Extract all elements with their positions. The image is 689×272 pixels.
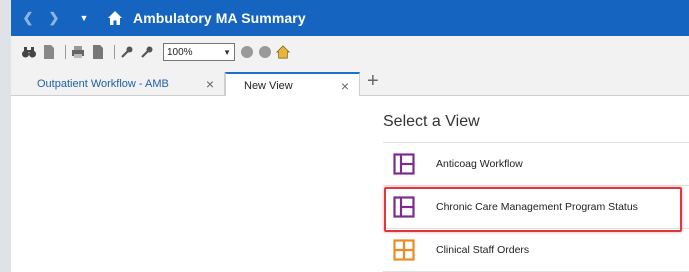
view-item-chronic-care-management[interactable]: Chronic Care Management Program Status	[383, 186, 689, 229]
home-icon[interactable]	[107, 10, 123, 26]
application-window: ❮ ❯ ▼ Ambulatory MA Summary 100% ▼ Outpa…	[11, 0, 689, 272]
print-icon[interactable]	[70, 44, 86, 60]
view-item-label: Chronic Care Management Program Status	[436, 201, 638, 213]
wrench-icon[interactable]	[119, 44, 135, 60]
forward-arrow-icon[interactable]: ❯	[45, 9, 63, 27]
close-icon[interactable]: ×	[206, 76, 214, 92]
tab-new-view[interactable]: New View ×	[225, 72, 360, 97]
toolbar-divider	[114, 45, 115, 59]
back-arrow-icon[interactable]: ❮	[19, 9, 37, 27]
grid-icon	[393, 239, 415, 261]
zoom-value: 100%	[167, 46, 193, 58]
zoom-select[interactable]: 100% ▼	[163, 43, 235, 61]
view-item-label: Anticoag Workflow	[436, 158, 523, 170]
toolbar-divider	[65, 45, 66, 59]
layout-icon	[393, 196, 415, 218]
layout-icon	[393, 153, 415, 175]
view-heading: Select a View	[383, 113, 480, 130]
add-tab-button[interactable]: +	[367, 70, 379, 93]
chevron-down-icon: ▼	[223, 47, 231, 57]
circle-icon[interactable]	[259, 46, 271, 58]
window-title: Ambulatory MA Summary	[133, 10, 306, 26]
view-item-anticoag-workflow[interactable]: Anticoag Workflow	[383, 143, 689, 186]
toolbar: 100% ▼	[11, 36, 689, 68]
tab-label: New View	[244, 79, 293, 92]
title-bar: ❮ ❯ ▼ Ambulatory MA Summary	[11, 0, 689, 36]
binoculars-icon[interactable]	[21, 44, 37, 60]
dropdown-icon[interactable]: ▼	[75, 9, 93, 27]
home-icon[interactable]	[276, 45, 290, 59]
wrench-alt-icon[interactable]	[139, 44, 155, 60]
circle-icon[interactable]	[241, 46, 253, 58]
tab-label: Outpatient Workflow - AMB	[37, 78, 169, 90]
document-icon[interactable]	[41, 44, 57, 60]
view-item-clinical-staff-orders[interactable]: Clinical Staff Orders	[383, 229, 689, 272]
view-item-label: Clinical Staff Orders	[436, 244, 530, 256]
view-list: Anticoag Workflow Chronic Care Managemen…	[383, 142, 689, 272]
tab-outpatient-workflow[interactable]: Outpatient Workflow - AMB ×	[25, 72, 225, 96]
content-area: Select a View Anticoag Workflow Chronic …	[11, 96, 689, 272]
print-preview-icon[interactable]	[90, 44, 106, 60]
tab-bar: Outpatient Workflow - AMB × New View × +	[11, 68, 689, 97]
close-icon[interactable]: ×	[341, 78, 349, 94]
